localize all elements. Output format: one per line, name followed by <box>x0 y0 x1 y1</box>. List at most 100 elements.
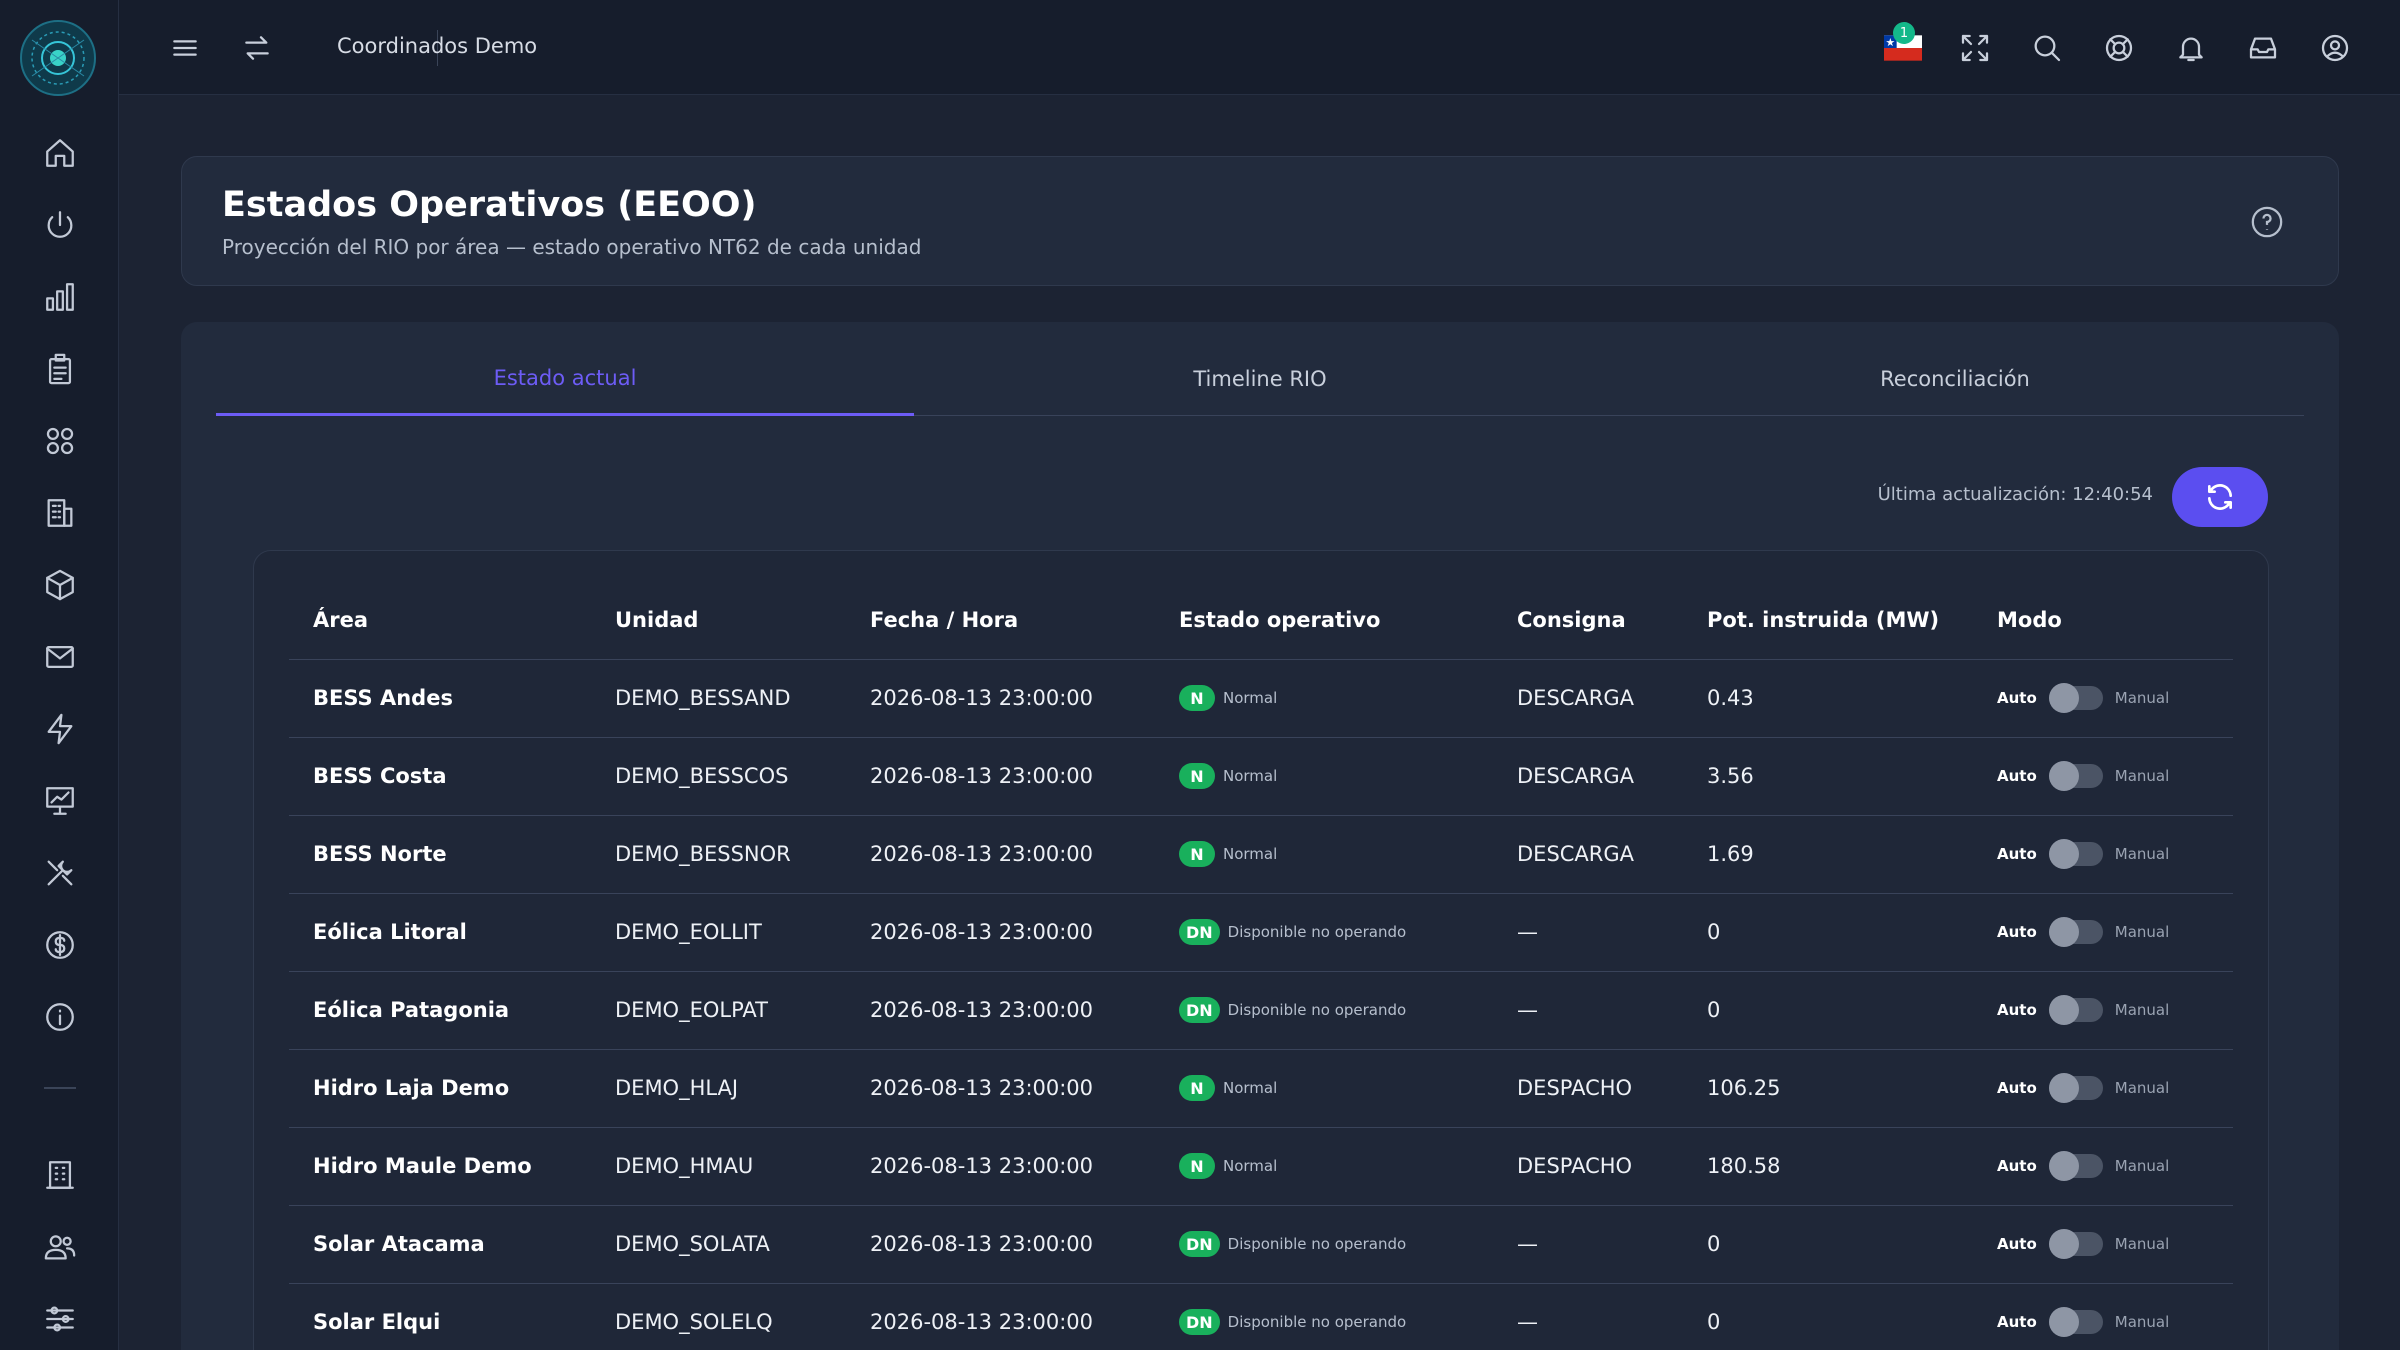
bell-icon[interactable] <box>2171 28 2211 68</box>
mode-switch-group: Auto Manual <box>1997 1229 2233 1259</box>
office-icon[interactable] <box>40 1155 80 1195</box>
status-badge: N <box>1179 685 1215 711</box>
clipboard-icon[interactable] <box>40 349 80 389</box>
status-badge: DN <box>1179 997 1220 1023</box>
cell-pot: 0 <box>1683 971 1973 1050</box>
switch-icon[interactable] <box>237 28 277 68</box>
bolt-icon[interactable] <box>40 709 80 749</box>
column-header[interactable]: Área <box>289 581 591 660</box>
mode-toggle[interactable] <box>2048 1307 2103 1337</box>
mail-icon[interactable] <box>40 637 80 677</box>
building-icon[interactable] <box>40 493 80 533</box>
users-icon[interactable] <box>40 1227 80 1267</box>
mode-toggle[interactable] <box>2048 917 2103 947</box>
cell-fecha: 2026-08-13 23:00:00 <box>846 971 1155 1050</box>
column-header[interactable]: Estado operativo <box>1155 581 1493 660</box>
mode-switch-group: Auto Manual <box>1997 1073 2233 1103</box>
mode-toggle[interactable] <box>2048 683 2103 713</box>
mode-toggle[interactable] <box>2048 761 2103 791</box>
cell-area: Hidro Laja Demo <box>289 1049 591 1128</box>
table-row[interactable]: Hidro Maule Demo DEMO_HMAU 2026-08-13 23:0… <box>289 1127 2233 1206</box>
cell-consigna: DESCARGA <box>1493 815 1683 894</box>
table-container: Área Unidad Fecha / Hora Estado operativ… <box>253 550 2269 1350</box>
mode-toggle[interactable] <box>2048 1073 2103 1103</box>
cell-consigna: DESPACHO <box>1493 1127 1683 1206</box>
cell-fecha: 2026-08-13 23:00:00 <box>846 659 1155 738</box>
cell-area: Solar Elqui <box>289 1283 591 1350</box>
topbar: Coordinados Demo 1 <box>119 0 2400 95</box>
fullscreen-icon[interactable] <box>1955 28 1995 68</box>
menu-icon[interactable] <box>165 28 205 68</box>
column-header[interactable]: Modo <box>1973 581 2233 660</box>
status-text: Normal <box>1223 845 1278 863</box>
cell-fecha: 2026-08-13 23:00:00 <box>846 815 1155 894</box>
mode-switch-group: Auto Manual <box>1997 761 2233 791</box>
cube-icon[interactable] <box>40 565 80 605</box>
column-header[interactable]: Pot. instruida (MW) <box>1683 581 1973 660</box>
table-row[interactable]: Solar Atacama DEMO_SOLATA 2026-08-13 23:00… <box>289 1205 2233 1284</box>
mode-auto-label: Auto <box>1997 1313 2037 1331</box>
cell-consigna: — <box>1493 1283 1683 1350</box>
home-icon[interactable] <box>40 133 80 173</box>
column-header[interactable]: Unidad <box>591 581 846 660</box>
support-icon[interactable] <box>2099 28 2139 68</box>
column-header[interactable]: Consigna <box>1493 581 1683 660</box>
cell-estado: N Normal <box>1155 1127 1493 1206</box>
status-text: Disponible no operando <box>1227 923 1407 941</box>
cell-fecha: 2026-08-13 23:00:00 <box>846 893 1155 972</box>
cell-pot: 3.56 <box>1683 737 1973 816</box>
cell-area: Eólica Litoral <box>289 893 591 972</box>
presentation-chart-icon[interactable] <box>40 781 80 821</box>
topbar-title: Coordinados Demo <box>337 34 538 58</box>
table-row[interactable]: Hidro Laja Demo DEMO_HLAJ 2026-08-13 23:00… <box>289 1049 2233 1128</box>
notification-badge: 1 <box>1893 22 1915 44</box>
power-icon[interactable] <box>40 205 80 245</box>
cell-estado: DN Disponible no operando <box>1155 1283 1493 1350</box>
mode-manual-label: Manual <box>2114 767 2170 785</box>
tools-icon[interactable] <box>40 853 80 893</box>
user-profile-icon[interactable] <box>2315 28 2355 68</box>
mode-switch-group: Auto Manual <box>1997 683 2233 713</box>
mode-toggle[interactable] <box>2048 1151 2103 1181</box>
mode-auto-label: Auto <box>1997 767 2037 785</box>
mode-toggle[interactable] <box>2048 1229 2103 1259</box>
refresh-button[interactable] <box>2172 467 2268 527</box>
mode-switch-group: Auto Manual <box>1997 1307 2233 1337</box>
inbox-icon[interactable] <box>2243 28 2283 68</box>
tab-timeline-rio[interactable]: Timeline RIO <box>911 342 1609 416</box>
table-row[interactable]: Solar Elqui DEMO_SOLELQ 2026-08-13 23:00:0… <box>289 1283 2233 1350</box>
mode-switch-group: Auto Manual <box>1997 995 2233 1025</box>
table-row[interactable]: BESS Andes DEMO_BESSAND 2026-08-13 23:00:0… <box>289 659 2233 738</box>
status-badge: DN <box>1179 1231 1220 1257</box>
dollar-icon[interactable] <box>40 925 80 965</box>
help-icon[interactable] <box>2250 205 2284 239</box>
cell-unidad: DEMO_SOLATA <box>591 1205 846 1284</box>
table-row[interactable]: BESS Norte DEMO_BESSNOR 2026-08-13 23:00:0… <box>289 815 2233 894</box>
sidebar <box>0 0 119 1350</box>
mode-manual-label: Manual <box>2114 1235 2170 1253</box>
mode-auto-label: Auto <box>1997 1157 2037 1175</box>
table-row[interactable]: BESS Costa DEMO_BESSCOS 2026-08-13 23:00:0… <box>289 737 2233 816</box>
cell-estado: N Normal <box>1155 737 1493 816</box>
search-icon[interactable] <box>2027 28 2067 68</box>
mode-toggle[interactable] <box>2048 995 2103 1025</box>
bar-chart-icon[interactable] <box>40 277 80 317</box>
mode-toggle[interactable] <box>2048 839 2103 869</box>
cell-consigna: DESCARGA <box>1493 659 1683 738</box>
tab-reconciliacion[interactable]: Reconciliación <box>1606 342 2304 416</box>
table-row[interactable]: Eólica Patagonia DEMO_EOLPAT 2026-08-13 23… <box>289 971 2233 1050</box>
tab-bar: Estado actual Timeline RIO Reconciliació… <box>216 342 2304 416</box>
cell-modo: Auto Manual <box>1973 1283 2233 1350</box>
tab-estado-actual[interactable]: Estado actual <box>216 342 914 416</box>
grid-icon[interactable] <box>40 421 80 461</box>
cell-unidad: DEMO_EOLPAT <box>591 971 846 1050</box>
app-logo[interactable] <box>18 18 98 98</box>
info-icon[interactable] <box>40 997 80 1037</box>
column-header[interactable]: Fecha / Hora <box>846 581 1155 660</box>
cell-modo: Auto Manual <box>1973 1205 2233 1284</box>
sliders-icon[interactable] <box>40 1299 80 1339</box>
cell-estado: DN Disponible no operando <box>1155 893 1493 972</box>
cell-estado: N Normal <box>1155 659 1493 738</box>
table-row[interactable]: Eólica Litoral DEMO_EOLLIT 2026-08-13 23:0… <box>289 893 2233 972</box>
cell-estado: DN Disponible no operando <box>1155 971 1493 1050</box>
